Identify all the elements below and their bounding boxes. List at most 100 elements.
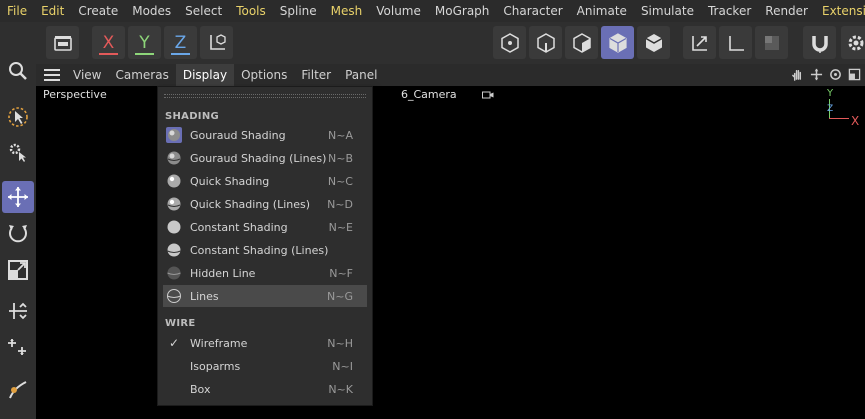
viewport-menu-filter[interactable]: Filter <box>294 64 338 86</box>
constant-lines-icon <box>166 242 182 258</box>
menu-item-quick-shading[interactable]: Quick Shading N~C <box>163 170 367 192</box>
gear-cursor-icon <box>9 143 26 162</box>
menu-create[interactable]: Create <box>71 0 125 22</box>
shading-section-header: SHADING <box>165 111 220 122</box>
menu-item-shortcut: N~I <box>332 359 353 373</box>
lock-x-axis-button[interactable]: X <box>92 26 125 59</box>
menu-spline[interactable]: Spline <box>273 0 324 22</box>
gizmo-y-label: Y <box>827 88 834 99</box>
y-axis-underline <box>135 53 154 55</box>
menu-volume[interactable]: Volume <box>369 0 428 22</box>
menu-animate[interactable]: Animate <box>570 0 634 22</box>
gizmo-z-label: Z <box>827 104 834 114</box>
checkmark-icon: ✓ <box>168 336 180 350</box>
menu-item-gouraud-shading-lines[interactable]: Gouraud Shading (Lines) N~B <box>163 147 367 169</box>
viewport-menubar: View Cameras Display Options Filter Pane… <box>36 64 865 86</box>
points-mode-icon <box>500 32 519 53</box>
z-axis-underline <box>171 53 190 55</box>
menu-tracker[interactable]: Tracker <box>701 0 758 22</box>
menu-item-hidden-line[interactable]: Hidden Line N~F <box>163 262 367 284</box>
x-axis-label: X <box>102 32 115 53</box>
tweak-tool-button[interactable] <box>2 136 34 168</box>
model-mode-button[interactable] <box>601 26 634 59</box>
menu-item-shortcut: N~F <box>329 266 353 280</box>
workplane-button[interactable] <box>719 26 752 59</box>
menu-tearoff-grip[interactable] <box>164 94 366 98</box>
menu-character[interactable]: Character <box>496 0 569 22</box>
menu-item-shortcut: N~E <box>328 220 353 234</box>
arrange-tool-button[interactable] <box>2 331 34 363</box>
menu-edit[interactable]: Edit <box>34 0 71 22</box>
menu-modes[interactable]: Modes <box>125 0 178 22</box>
main-menubar: File Edit Create Modes Select Tools Spline Mesh… <box>0 0 865 22</box>
scale-tool-button[interactable] <box>2 254 34 286</box>
viewport-menu-display[interactable]: Display <box>175 64 235 86</box>
menu-item-label: Isoparms <box>190 359 241 373</box>
lock-y-axis-button[interactable]: Y <box>128 26 161 59</box>
hamburger-menu-icon[interactable] <box>44 69 60 81</box>
brush-icon <box>9 381 27 399</box>
menu-item-label: Wireframe <box>190 336 248 350</box>
brush-tool-button[interactable] <box>2 374 34 406</box>
quick-lines-icon <box>166 196 182 212</box>
move-view-icon[interactable] <box>809 67 823 81</box>
menu-file[interactable]: File <box>0 0 34 22</box>
menu-item-isoparms[interactable]: Isoparms N~I <box>163 355 367 377</box>
menu-item-constant-shading-lines[interactable]: Constant Shading (Lines) <box>163 239 367 261</box>
edges-mode-button[interactable] <box>529 26 562 59</box>
gouraud-shading-icon <box>166 127 182 143</box>
viewport-menu-cameras[interactable]: Cameras <box>108 64 175 86</box>
orbit-view-icon[interactable] <box>828 67 842 81</box>
polygons-mode-icon <box>572 32 591 53</box>
menu-mesh[interactable]: Mesh <box>324 0 370 22</box>
search-button[interactable] <box>2 55 34 87</box>
menu-item-shortcut: N~H <box>327 336 353 350</box>
menu-mograph[interactable]: MoGraph <box>428 0 497 22</box>
menu-item-shortcut: N~D <box>327 197 353 211</box>
active-camera-label: 6_Camera <box>401 88 457 101</box>
menu-tools[interactable]: Tools <box>229 0 273 22</box>
viewport-nav-icons <box>790 67 861 81</box>
menu-extensions[interactable]: Extensions <box>815 0 865 22</box>
menu-simulate[interactable]: Simulate <box>634 0 701 22</box>
snap-button[interactable] <box>803 26 836 59</box>
menu-item-label: Box <box>190 382 211 396</box>
transfer-tool-button[interactable] <box>2 295 34 327</box>
clapper-icon <box>53 35 72 51</box>
menu-item-label: Quick Shading <box>190 174 270 188</box>
lock-z-axis-button[interactable]: Z <box>164 26 197 59</box>
menu-item-label: Gouraud Shading (Lines) <box>190 151 327 165</box>
render-view-button[interactable] <box>46 26 79 59</box>
menu-item-gouraud-shading[interactable]: Gouraud Shading N~A <box>163 124 367 146</box>
coordinate-system-button[interactable] <box>200 26 233 59</box>
pan-hand-icon[interactable] <box>790 67 804 81</box>
axis-arrow-icon <box>691 35 707 51</box>
maximize-view-icon[interactable] <box>847 67 861 81</box>
scale-icon <box>8 260 28 280</box>
points-mode-button[interactable] <box>493 26 526 59</box>
move-tool-button[interactable] <box>2 181 34 213</box>
menu-render[interactable]: Render <box>758 0 815 22</box>
polygons-mode-button[interactable] <box>565 26 598 59</box>
menu-item-shortcut: N~G <box>327 289 353 303</box>
workplane-icon <box>728 35 744 51</box>
live-selection-button[interactable] <box>2 101 34 133</box>
menu-select[interactable]: Select <box>178 0 229 22</box>
menu-item-quick-shading-lines[interactable]: Quick Shading (Lines) N~D <box>163 193 367 215</box>
x-axis-underline <box>99 53 118 55</box>
quick-shading-icon <box>166 173 182 189</box>
wire-section-header: WIRE <box>165 318 196 329</box>
menu-item-constant-shading[interactable]: Constant Shading N~E <box>163 216 367 238</box>
viewport-menu-panel[interactable]: Panel <box>338 64 384 86</box>
rotate-tool-button[interactable] <box>2 218 34 250</box>
menu-item-box[interactable]: Box N~K <box>163 378 367 400</box>
settings-button[interactable] <box>841 26 865 59</box>
menu-item-lines[interactable]: Lines N~G <box>163 285 367 307</box>
uv-mode-button[interactable] <box>637 26 670 59</box>
main-toolbar: X Y Z <box>0 22 865 64</box>
viewport-menu-view[interactable]: View <box>66 64 108 86</box>
solo-button[interactable] <box>755 26 788 59</box>
viewport-menu-options[interactable]: Options <box>234 64 294 86</box>
enable-axis-button[interactable] <box>683 26 716 59</box>
menu-item-wireframe[interactable]: ✓ Wireframe N~H <box>163 332 367 354</box>
